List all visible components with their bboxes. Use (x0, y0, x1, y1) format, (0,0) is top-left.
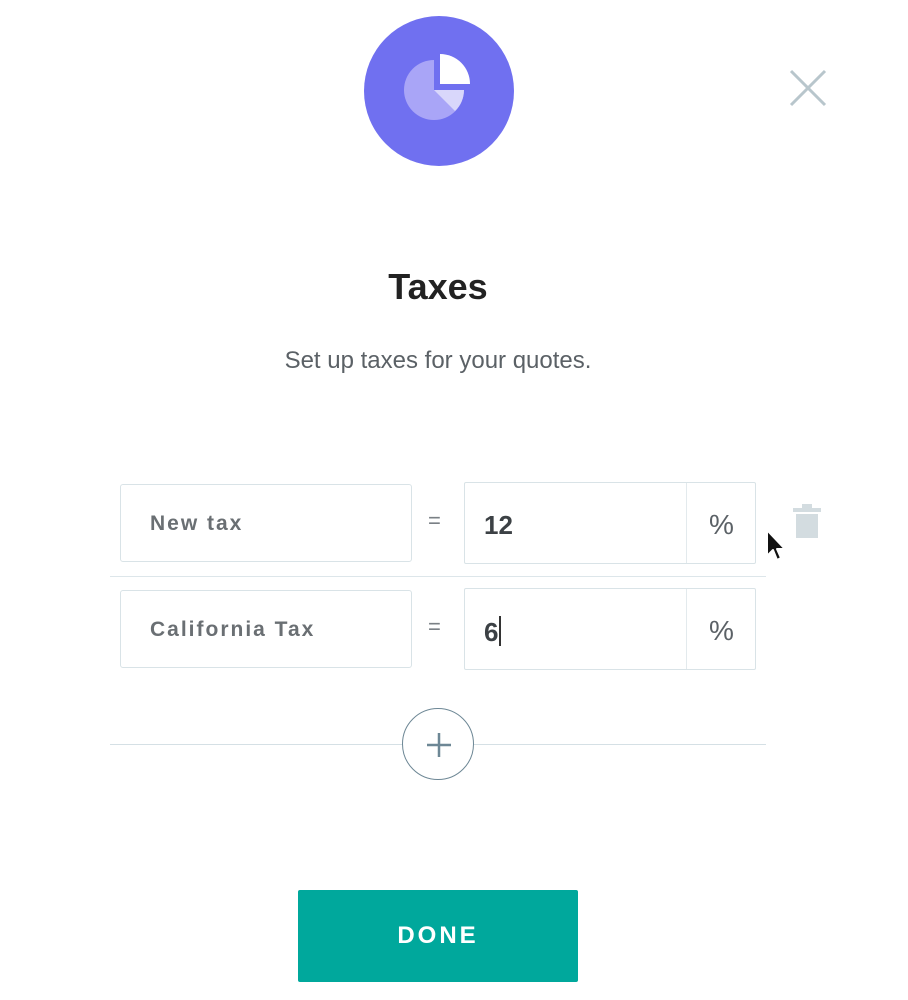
mouse-pointer-icon (766, 529, 786, 561)
percent-unit: % (709, 615, 734, 646)
trash-icon (793, 504, 821, 538)
page-title: Taxes (388, 266, 488, 307)
tax-rate-field[interactable]: 6 % (464, 588, 756, 670)
taxes-hero-badge (364, 16, 514, 166)
equals-sign: = (428, 508, 441, 533)
tax-name-value: New tax (150, 512, 244, 535)
unit-divider (686, 589, 687, 669)
row-divider (110, 576, 766, 577)
delete-tax-button[interactable] (792, 504, 822, 540)
tax-rate-field[interactable]: 12 % (464, 482, 756, 564)
close-button[interactable] (788, 68, 828, 108)
unit-divider (686, 483, 687, 563)
taxes-modal: Taxes Set up taxes for your quotes. New … (0, 0, 908, 1000)
equals-sign: = (428, 614, 441, 639)
done-button[interactable]: DONE (298, 890, 578, 982)
close-icon (789, 69, 827, 107)
tax-name-field[interactable]: New tax (120, 484, 412, 562)
pie-chart-icon (404, 54, 470, 120)
tax-row: New tax = 12 % (110, 479, 821, 569)
tax-name-value: California Tax (150, 618, 316, 641)
tax-rate-value: 12 (484, 510, 513, 540)
add-tax-button[interactable] (402, 708, 474, 780)
page-subtitle: Set up taxes for your quotes. (284, 347, 592, 374)
tax-row: California Tax = 6 % (110, 585, 766, 675)
tax-name-field[interactable]: California Tax (120, 590, 412, 668)
plus-icon (427, 733, 451, 757)
tax-rate-value: 6 (484, 616, 501, 648)
percent-unit: % (709, 509, 734, 540)
